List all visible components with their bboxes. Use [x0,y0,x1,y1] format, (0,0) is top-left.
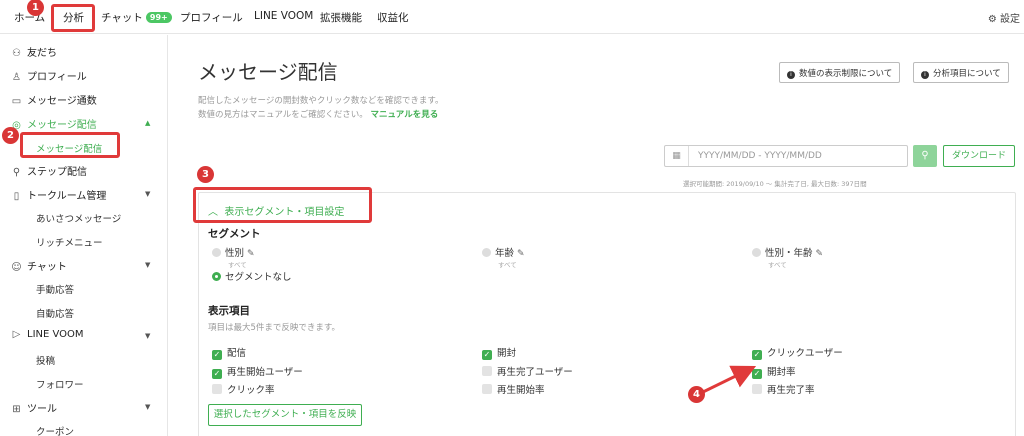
annotation-number-4: 4 [688,386,705,403]
annotation-arrow [702,365,757,394]
